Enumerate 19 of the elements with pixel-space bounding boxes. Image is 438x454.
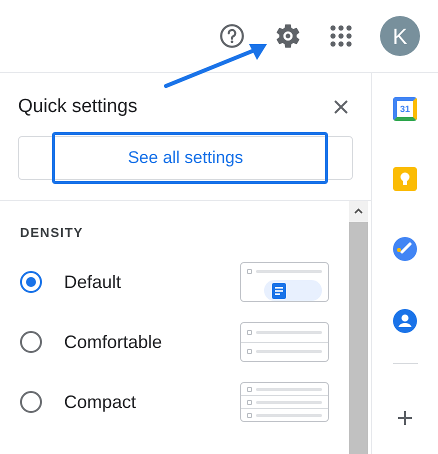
help-icon[interactable] [219,23,245,49]
see-all-settings-button[interactable]: See all settings [18,136,353,180]
close-icon[interactable] [333,99,349,116]
option-label[interactable]: Default [64,268,240,296]
radio-button[interactable] [20,331,42,353]
scrollbar[interactable] [349,200,368,454]
radio-button[interactable] [20,271,42,293]
panel-title: Quick settings [18,95,138,119]
settings-icon[interactable] [274,22,302,50]
add-icon[interactable] [397,410,413,426]
apps-grid-icon[interactable] [330,25,352,47]
document-icon [272,282,286,298]
radio-button[interactable] [20,391,42,413]
check-circle-icon[interactable] [393,237,417,261]
calendar-icon[interactable]: 31 [393,97,417,121]
option-label[interactable]: Comfortable [64,328,240,356]
person-icon[interactable] [393,309,417,333]
section-heading: DENSITY [20,224,84,242]
option-label[interactable]: Compact [64,388,240,416]
